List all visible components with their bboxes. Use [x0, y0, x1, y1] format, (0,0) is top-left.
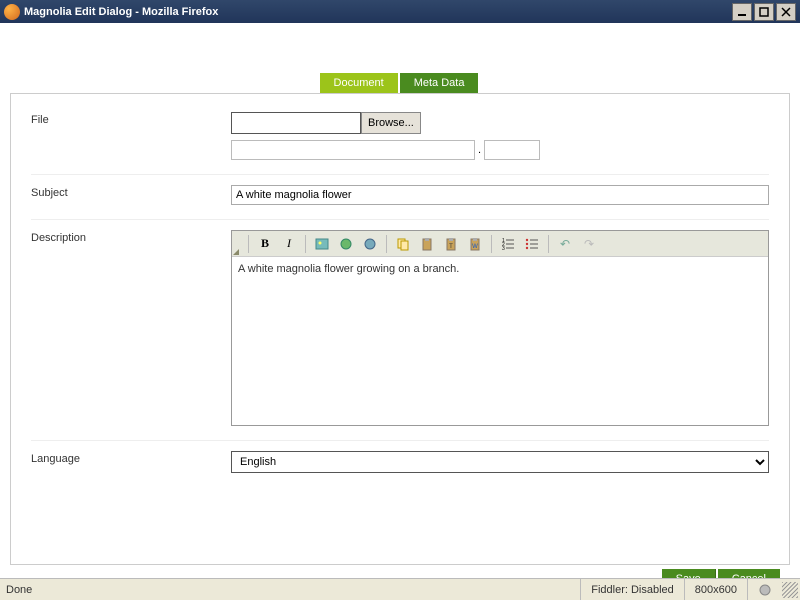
close-button[interactable] [776, 3, 796, 21]
toolbar-grip-icon [233, 249, 239, 255]
globe-icon[interactable] [336, 234, 356, 254]
subject-label: Subject [31, 185, 231, 205]
language-select[interactable]: English [231, 451, 769, 473]
file-label: File [31, 112, 231, 160]
file-name-input[interactable] [231, 140, 475, 160]
insert-image-button[interactable] [312, 234, 332, 254]
maximize-button[interactable] [754, 3, 774, 21]
richtext-toolbar: B I T W 123 [232, 231, 768, 257]
svg-text:W: W [472, 244, 478, 250]
paste-text-button[interactable]: T [441, 234, 461, 254]
status-done: Done [0, 584, 580, 596]
bullet-list-button[interactable] [522, 234, 542, 254]
form-panel: File Browse... . Subject Descrip [10, 93, 790, 565]
file-extension-separator: . [475, 144, 484, 156]
status-dimensions: 800x600 [684, 579, 747, 600]
svg-text:T: T [449, 244, 453, 250]
description-editor[interactable]: A white magnolia flower growing on a bra… [232, 257, 768, 425]
undo-button[interactable]: ↶ [555, 234, 575, 254]
svg-text:3: 3 [502, 246, 505, 251]
firefox-icon [4, 4, 20, 20]
paste-word-button[interactable]: W [465, 234, 485, 254]
file-path-input[interactable] [231, 112, 361, 134]
status-extension-icon[interactable] [747, 579, 782, 600]
tab-document[interactable]: Document [320, 73, 398, 93]
description-label: Description [31, 230, 231, 426]
tab-metadata[interactable]: Meta Data [400, 73, 479, 93]
language-label: Language [31, 451, 231, 473]
window-title: Magnolia Edit Dialog - Mozilla Firefox [24, 6, 732, 18]
minimize-button[interactable] [732, 3, 752, 21]
file-extension-input[interactable] [484, 140, 540, 160]
tab-bar: Document Meta Data [10, 73, 790, 93]
resize-grip-icon [782, 582, 798, 598]
numbered-list-button[interactable]: 123 [498, 234, 518, 254]
bold-button[interactable]: B [255, 234, 275, 254]
status-fiddler: Fiddler: Disabled [580, 579, 684, 600]
status-bar: Done Fiddler: Disabled 800x600 [0, 578, 800, 600]
subject-input[interactable] [231, 185, 769, 205]
link-button[interactable] [360, 234, 380, 254]
window-titlebar: Magnolia Edit Dialog - Mozilla Firefox [0, 0, 800, 23]
copy-button[interactable] [393, 234, 413, 254]
browse-button[interactable]: Browse... [361, 112, 421, 134]
paste-button[interactable] [417, 234, 437, 254]
italic-button[interactable]: I [279, 234, 299, 254]
redo-button[interactable]: ↷ [579, 234, 599, 254]
